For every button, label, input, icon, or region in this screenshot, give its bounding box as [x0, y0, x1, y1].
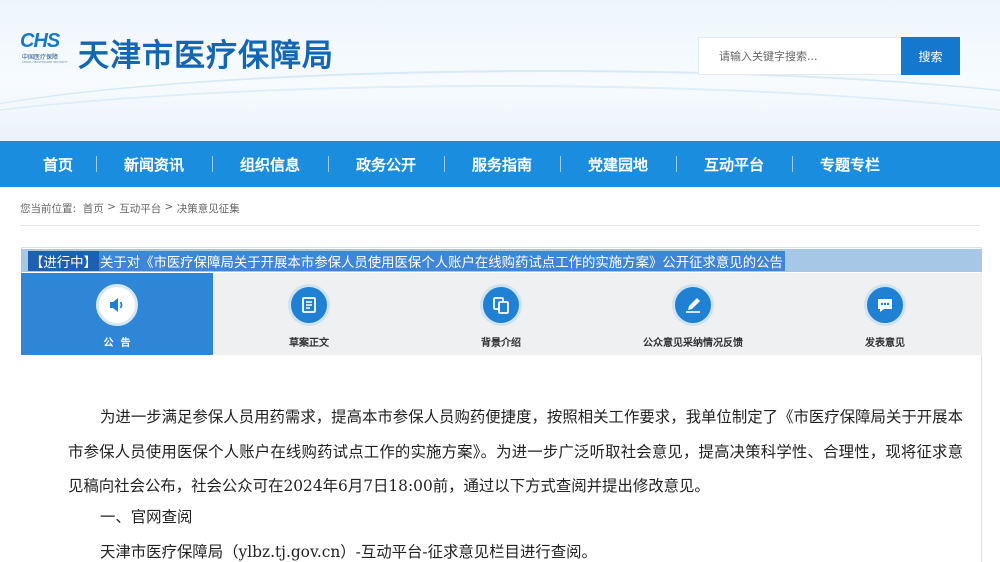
logo-sub: CHINA HEALTHCARE SECURITY	[22, 60, 68, 64]
tab-draft-text[interactable]: 草案正文	[213, 273, 405, 355]
tab-icon-circle	[480, 284, 522, 326]
tab-icon-circle	[96, 284, 138, 326]
tab-submit-opinion[interactable]: 发表意见	[789, 273, 981, 355]
tab-label: 背景介绍	[481, 338, 521, 349]
notice-title: 【进行中】 关于对《市医疗保障局关于开展本市参保人员使用医保个人账户在线购药试点工…	[28, 250, 785, 271]
edit-icon	[686, 298, 700, 313]
tab-feedback[interactable]: 公众意见采纳情况反馈	[597, 273, 789, 355]
divider	[20, 225, 980, 226]
breadcrumb-current[interactable]: 决策意见征集	[177, 201, 240, 216]
tab-background[interactable]: 背景介绍	[405, 273, 597, 355]
nav-item-organization[interactable]: 组织信息	[212, 141, 328, 187]
search-input[interactable]	[699, 38, 899, 74]
tab-label: 发表意见	[865, 338, 905, 349]
nav-item-interaction[interactable]: 互动平台	[676, 141, 792, 187]
tab-icon-circle	[864, 284, 906, 326]
body-paragraph: 为进一步满足参保人员用药需求，提高本市参保人员购药便捷度，按照相关工作要求，我单…	[68, 408, 963, 495]
nav-item-news[interactable]: 新闻资讯	[96, 141, 212, 187]
tab-icon-circle	[288, 284, 330, 326]
site-title: 天津市医疗保障局	[78, 38, 334, 74]
breadcrumb: 您当前位置: 首页 > 互动平台 > 决策意见征集	[20, 201, 240, 216]
section-heading: 一、官网查阅	[100, 508, 193, 526]
tab-label: 公 告	[103, 338, 131, 349]
nav-item-home[interactable]: 首页	[20, 141, 96, 187]
notice-title-text: 关于对《市医疗保障局关于开展本市参保人员使用医保个人账户在线购药试点工作的实施方…	[98, 250, 785, 271]
nav-item-service-guide[interactable]: 服务指南	[444, 141, 560, 187]
status-badge: 【进行中】	[28, 250, 99, 271]
body-paragraph: 天津市医疗保障局（ylbz.tj.gov.cn）-互动平台-征求意见栏目进行查阅…	[100, 543, 597, 561]
document-icon	[302, 297, 316, 313]
tab-announcement[interactable]: 公 告	[21, 273, 213, 355]
search-button[interactable]: 搜索	[901, 37, 960, 75]
speaker-icon	[110, 298, 123, 312]
breadcrumb-link-interaction[interactable]: 互动平台	[119, 201, 161, 216]
chat-icon	[878, 299, 892, 312]
breadcrumb-prefix: 您当前位置:	[20, 203, 77, 215]
search-box	[698, 37, 902, 75]
site-logo[interactable]: CHS 中国医疗保障 CHINA HEALTHCARE SECURITY	[20, 30, 72, 66]
notice-tabs: 公 告 草案正文 背景介绍 公众意见采纳情况反馈 发表意见	[21, 273, 982, 355]
breadcrumb-separator: >	[103, 201, 120, 213]
breadcrumb-link-home[interactable]: 首页	[83, 201, 104, 216]
notice-content: 为进一步满足参保人员用药需求，提高本市参保人员购药便捷度，按照相关工作要求，我单…	[20, 355, 981, 562]
copy-icon	[493, 297, 509, 314]
main-nav: 首页 新闻资讯 组织信息 政务公开 服务指南 党建园地 互动平台 专题专栏	[0, 141, 1000, 187]
breadcrumb-separator: >	[161, 201, 177, 213]
tab-label: 草案正文	[289, 338, 329, 349]
nav-item-special-topics[interactable]: 专题专栏	[792, 141, 908, 187]
tab-label: 公众意见采纳情况反馈	[643, 338, 743, 349]
logo-text: CHS	[20, 30, 60, 52]
nav-item-party-building[interactable]: 党建园地	[560, 141, 676, 187]
nav-item-government-affairs[interactable]: 政务公开	[328, 141, 444, 187]
tab-icon-circle	[672, 284, 714, 326]
site-header: CHS 中国医疗保障 CHINA HEALTHCARE SECURITY 天津市…	[0, 0, 1000, 141]
